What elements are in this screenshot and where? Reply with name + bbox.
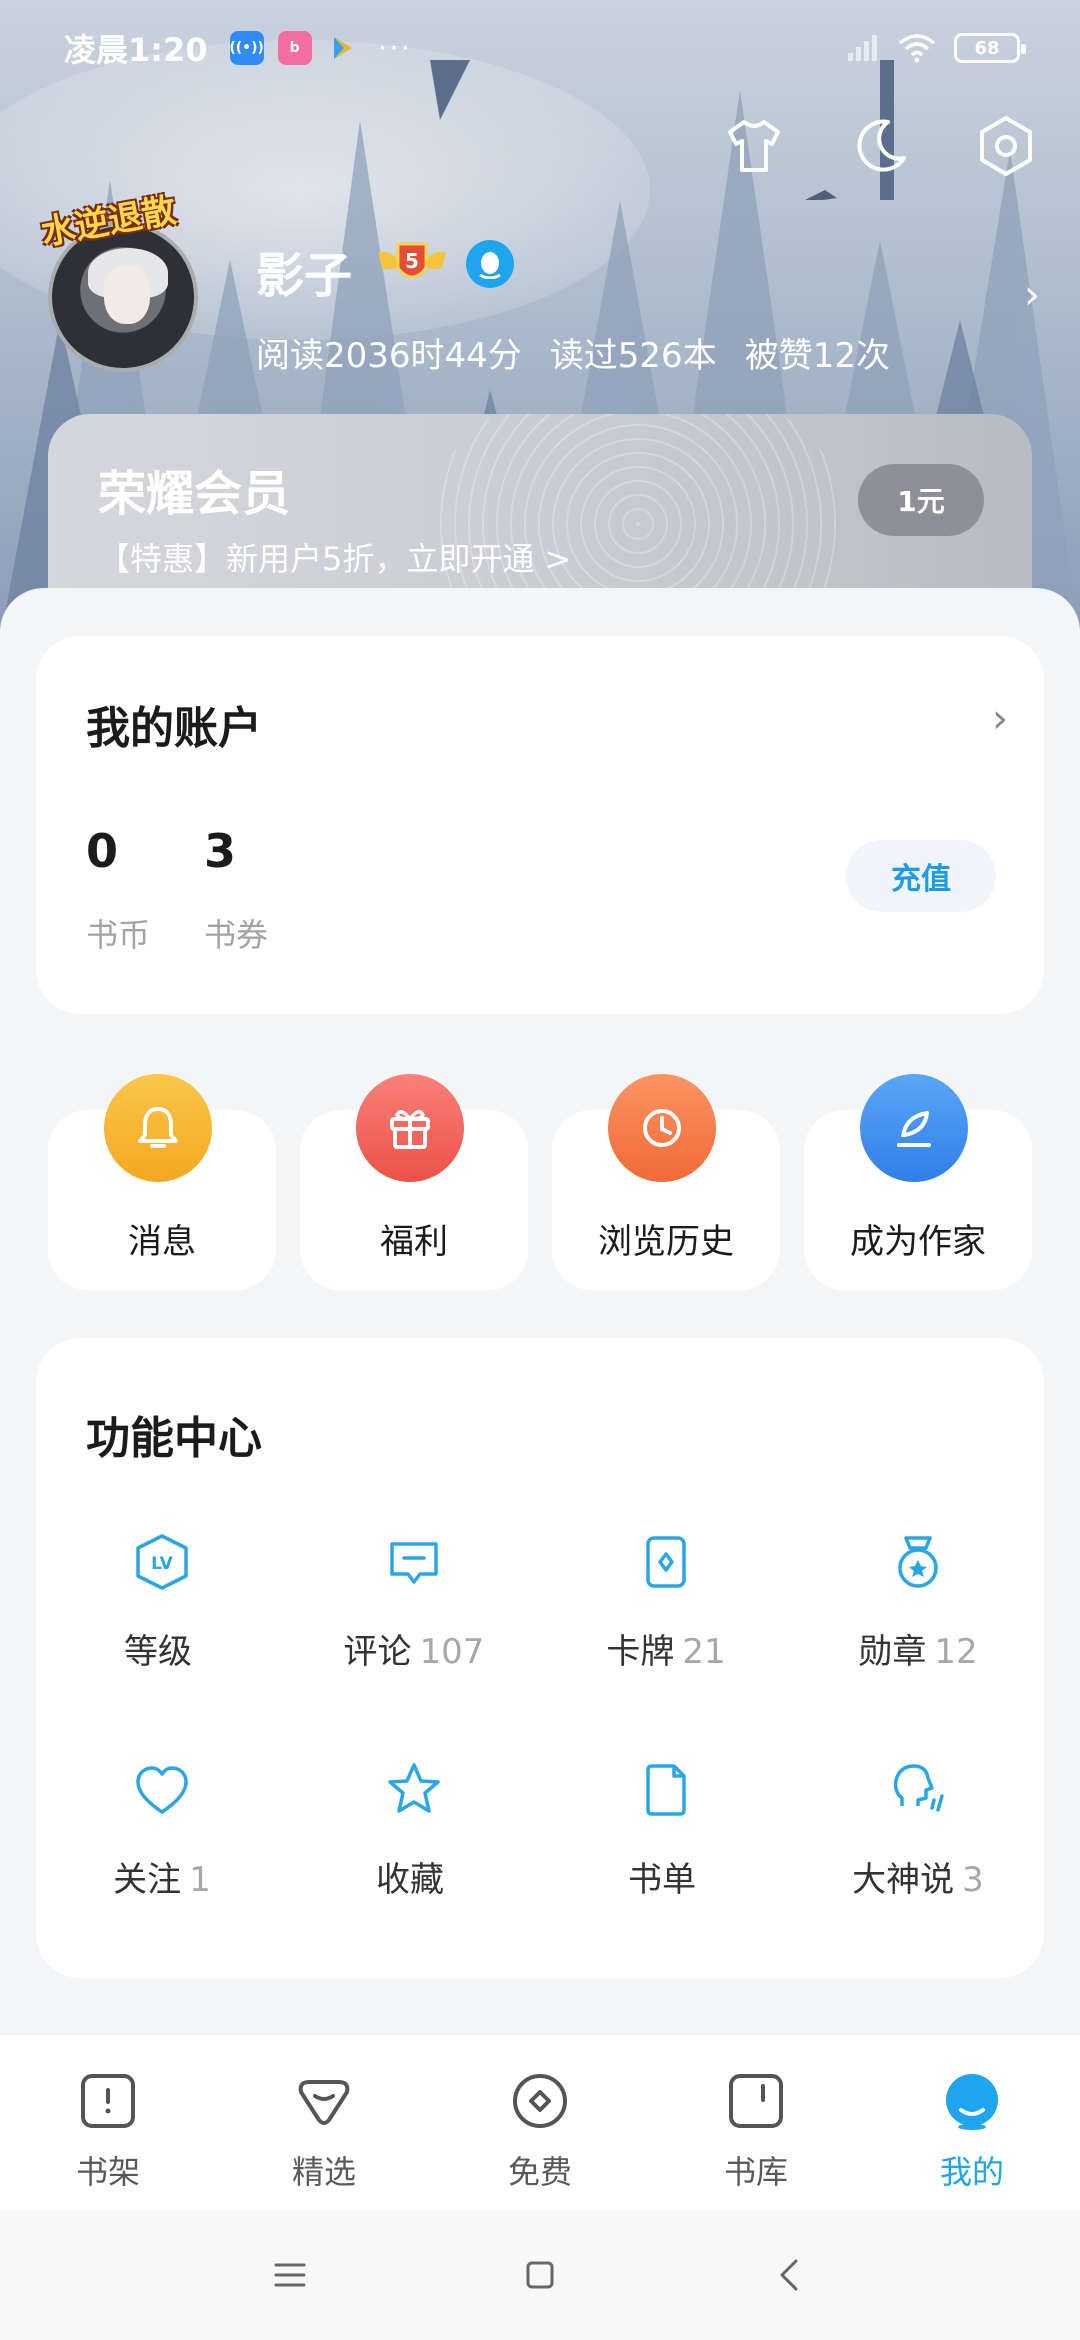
qq-badge[interactable] [466, 240, 514, 288]
quick-action-label: 成为作家 [850, 1222, 986, 1262]
card-icon [634, 1530, 698, 1594]
likes-received: 被赞12次 [744, 336, 890, 376]
qq-penguin-icon [479, 252, 501, 279]
account-title: 我的账户 [86, 703, 262, 754]
function-center-card: 功能中心 LV 等级 评论 107 卡牌 21 勋章 12 关注 1 收藏 书单… [36, 1338, 1044, 1978]
wifi-icon [898, 34, 936, 63]
back-icon[interactable] [770, 2255, 810, 2295]
quick-action-benefits[interactable]: 福利 [300, 1074, 528, 1290]
heart-icon [130, 1758, 194, 1822]
account-chevron-right-icon[interactable]: › [992, 696, 1008, 742]
signal-icon [848, 35, 877, 61]
function-level[interactable]: LV 等级 [36, 1530, 288, 1673]
comment-icon [382, 1530, 446, 1594]
profile-chevron-right-icon[interactable]: › [1024, 272, 1040, 318]
skin-button[interactable] [720, 112, 788, 180]
tab-bookshelf[interactable]: 书架 [0, 2035, 216, 2210]
settings-button[interactable] [972, 112, 1040, 180]
quick-action-label: 浏览历史 [598, 1222, 734, 1262]
quick-action-messages[interactable]: 消息 [48, 1074, 276, 1290]
function-great-gods-say[interactable]: 大神说 3 [792, 1758, 1044, 1901]
tab-featured[interactable]: 精选 [216, 2035, 432, 2210]
tab-mine[interactable]: 我的 [864, 2035, 1080, 2210]
speaking-head-icon [886, 1758, 950, 1822]
status-time: 凌晨1:20 [64, 31, 208, 69]
tab-library[interactable]: 书库 [648, 2035, 864, 2210]
home-icon[interactable] [520, 2255, 560, 2295]
header-actions [720, 112, 1040, 180]
tab-label: 书架 [75, 2153, 140, 2191]
gear-icon [980, 116, 1032, 176]
bell-icon [104, 1074, 212, 1182]
recharge-button[interactable]: 充值 [846, 840, 996, 912]
diamond-icon [292, 2069, 356, 2133]
level-icon: LV [130, 1530, 194, 1594]
reading-time: 阅读2036时44分 [256, 336, 522, 376]
tab-label: 我的 [939, 2153, 1004, 2191]
function-center-title: 功能中心 [86, 1413, 262, 1464]
star-icon [382, 1758, 446, 1822]
gift-icon [356, 1074, 464, 1182]
function-following[interactable]: 关注 1 [36, 1758, 288, 1901]
username[interactable]: 影子 [256, 236, 352, 306]
reading-stats: 阅读2036时44分 读过526本 被赞12次 [256, 328, 890, 377]
vip-title: 荣耀会员 [98, 466, 291, 522]
pen-icon [860, 1074, 968, 1182]
booklist-icon [634, 1758, 698, 1822]
battery-icon: 68 [954, 33, 1026, 63]
status-right: 68 [846, 33, 1026, 63]
vouchers-label: 书券 [204, 916, 269, 954]
books-read: 读过526本 [549, 336, 717, 376]
night-mode-button[interactable] [846, 112, 914, 180]
function-comments[interactable]: 评论 107 [288, 1530, 540, 1673]
vip-card[interactable]: 荣耀会员 【特惠】新用户5折，立即开通 > 1元 [48, 414, 1032, 614]
bottom-tab-bar: 书架 精选 免费 书库 我的 [0, 2034, 1080, 2210]
account-card[interactable]: 我的账户 › 0 3 书币 书券 充值 [36, 636, 1044, 1014]
tab-label: 书库 [723, 2153, 788, 2191]
function-booklists[interactable]: 书单 [540, 1758, 792, 1901]
coins-value[interactable]: 0 [86, 824, 118, 878]
system-navigation-bar [0, 2210, 1080, 2340]
function-medals[interactable]: 勋章 12 [792, 1530, 1044, 1673]
quick-action-become-writer[interactable]: 成为作家 [804, 1074, 1032, 1290]
quick-action-history[interactable]: 浏览历史 [552, 1074, 780, 1290]
library-icon [724, 2069, 788, 2133]
quick-action-label: 福利 [380, 1222, 448, 1262]
svg-text:LV: LV [151, 1554, 173, 1574]
tab-free[interactable]: 免费 [432, 2035, 648, 2210]
menu-icon[interactable] [270, 2257, 310, 2293]
tab-label: 免费 [507, 2153, 572, 2191]
vip-subtitle[interactable]: 【特惠】新用户5折，立即开通 > [98, 534, 571, 580]
play-store-icon [326, 31, 360, 65]
vip-price-button[interactable]: 1元 [858, 464, 984, 536]
medal-icon [886, 1530, 950, 1594]
bookshelf-icon [76, 2069, 140, 2133]
shirt-icon [728, 120, 780, 172]
status-bar: 凌晨1:20 ((•)) b ··· 68 [0, 0, 1080, 96]
svg-text:5: 5 [405, 249, 419, 273]
moon-icon [857, 119, 906, 172]
coins-label: 书币 [86, 916, 151, 954]
bilibili-app-icon: b [277, 31, 312, 65]
vouchers-value[interactable]: 3 [204, 824, 236, 878]
hotspot-app-icon: ((•)) [229, 31, 264, 65]
profile-icon [940, 2069, 1004, 2133]
more-notifications-icon: ··· [377, 30, 413, 66]
clock-icon [608, 1074, 716, 1182]
free-coin-icon [508, 2069, 572, 2133]
quick-action-label: 消息 [128, 1222, 196, 1262]
notification-icons: ((•)) b [229, 31, 360, 65]
tab-label: 精选 [291, 2153, 356, 2191]
level-badge-icon[interactable]: 5 [374, 238, 450, 290]
function-cards[interactable]: 卡牌 21 [540, 1530, 792, 1673]
function-favorites[interactable]: 收藏 [288, 1758, 540, 1901]
